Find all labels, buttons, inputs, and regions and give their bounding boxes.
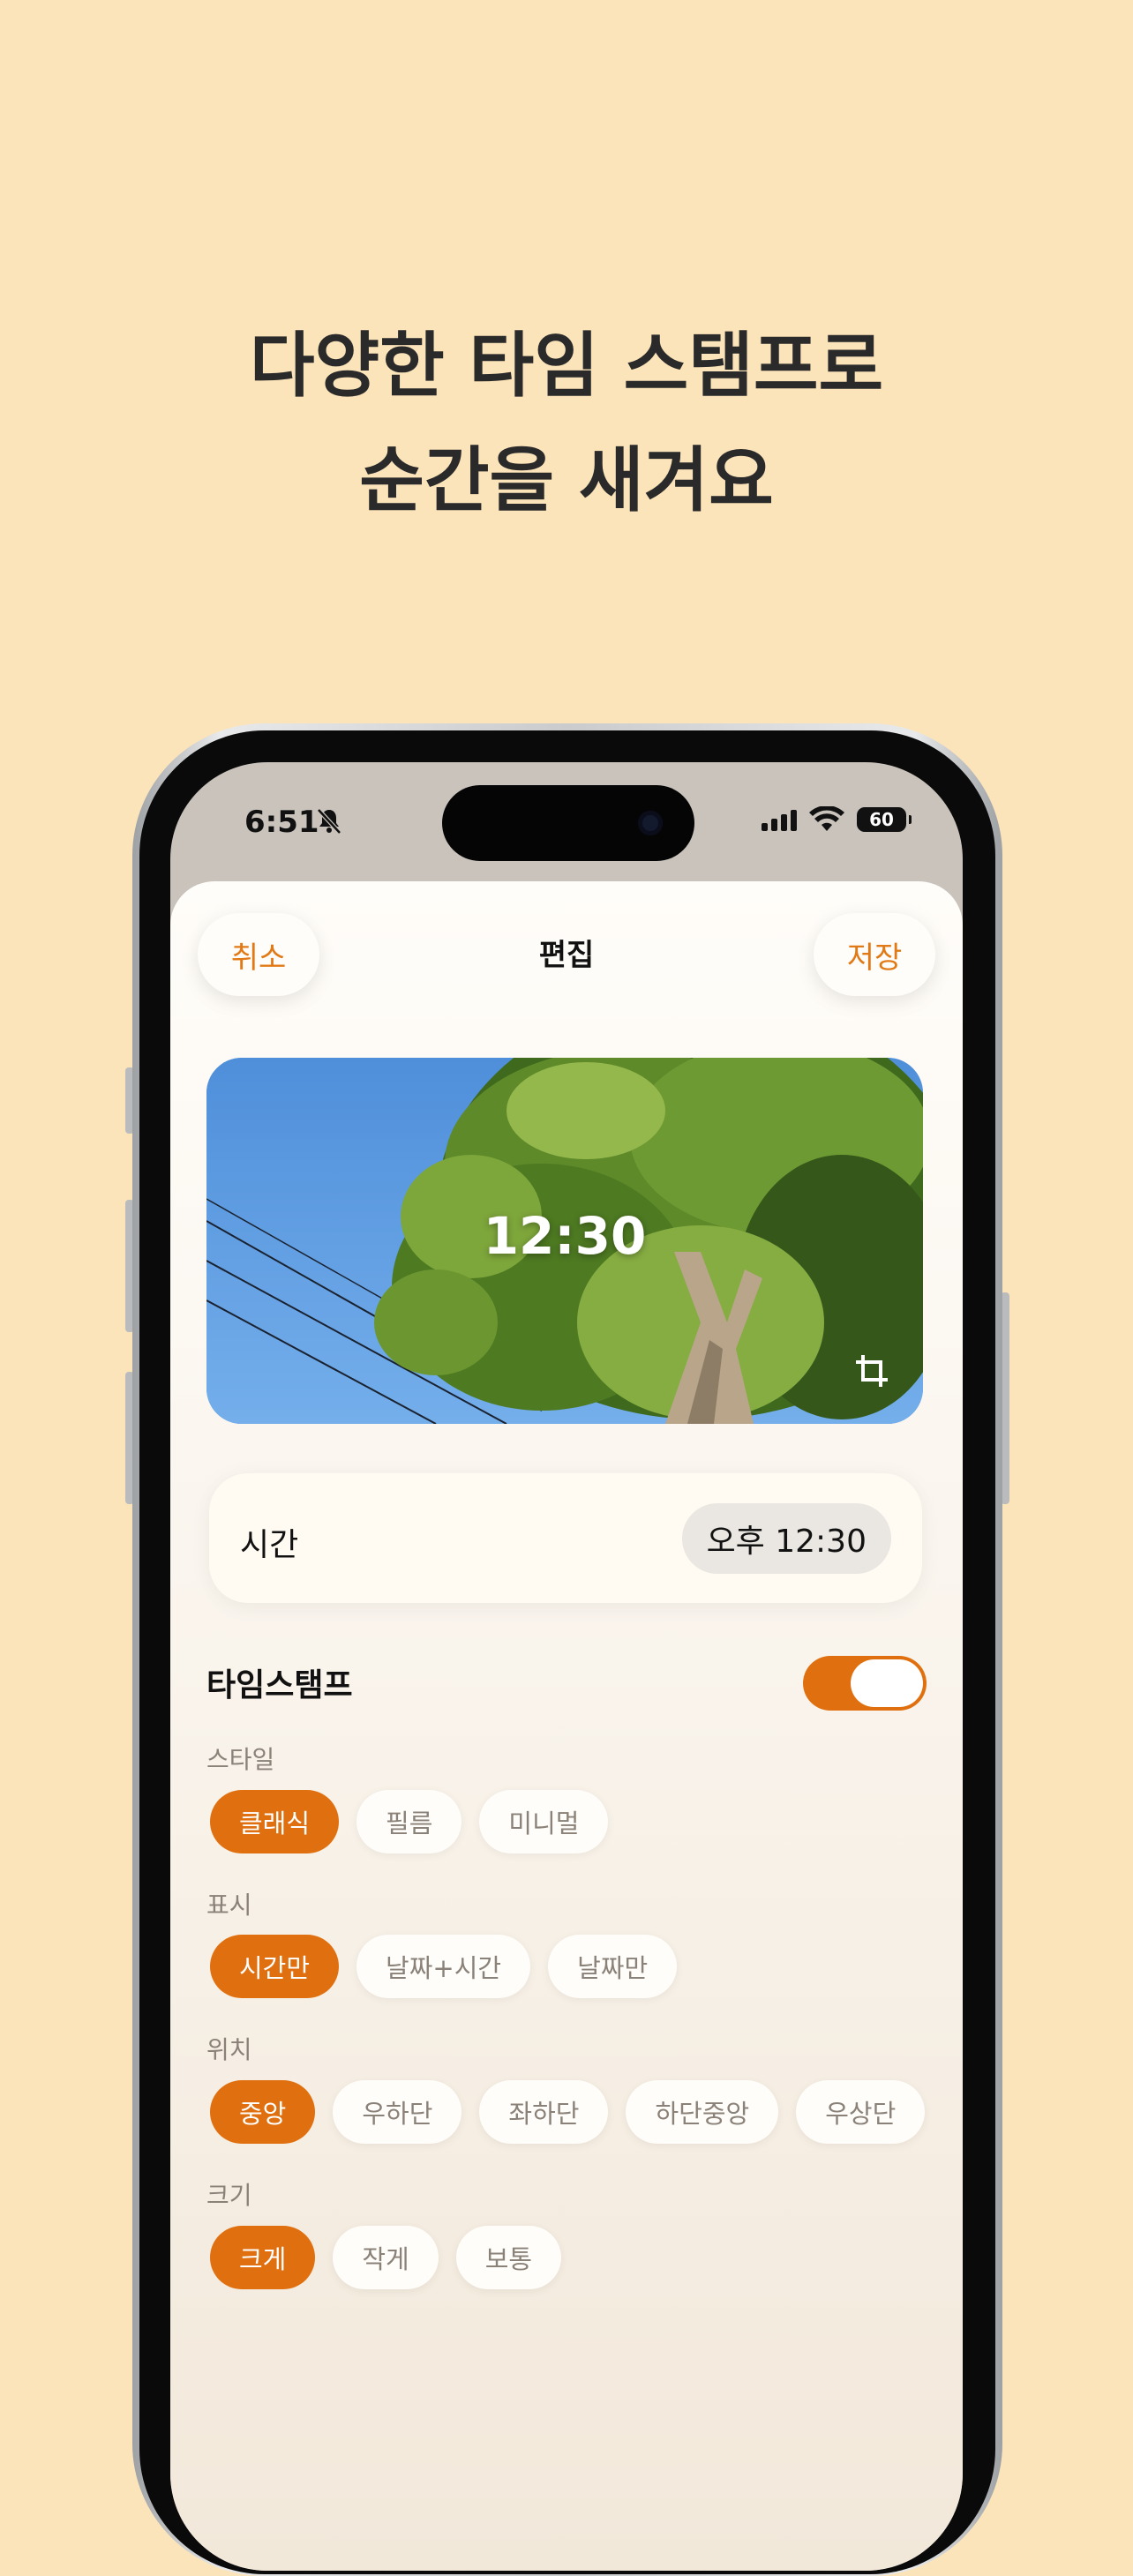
position-option-bottom-left[interactable]: 좌하단 xyxy=(479,2080,609,2144)
position-option-center[interactable]: 중앙 xyxy=(210,2080,316,2144)
save-button[interactable]: 저장 xyxy=(814,913,935,996)
promo-headline: 다양한 타임 스탬프로 순간을 새겨요 xyxy=(0,309,1133,538)
position-option-bottom-right[interactable]: 우하단 xyxy=(333,2080,462,2144)
phone-screen: 6:51 60 취소 편집 저장 12:30 시간 오후 12:30 타임스탬프… xyxy=(170,762,963,2571)
size-option-medium[interactable]: 보통 xyxy=(455,2226,562,2289)
status-time: 6:51 xyxy=(244,805,319,840)
status-bar: 6:51 60 xyxy=(170,762,963,886)
status-icons: 60 xyxy=(762,805,912,835)
size-option-large[interactable]: 크게 xyxy=(210,2226,316,2289)
toggle-knob xyxy=(851,1659,923,1707)
size-label: 크기 xyxy=(206,2181,252,2210)
edit-sheet: 취소 편집 저장 12:30 시간 오후 12:30 타임스탬프 스타일 클래식… xyxy=(170,881,963,2571)
front-camera xyxy=(638,811,663,835)
time-label: 시간 xyxy=(240,1527,299,1563)
time-picker[interactable]: 오후 12:30 xyxy=(681,1503,891,1574)
headline-line-1: 다양한 타임 스탬프로 xyxy=(249,325,884,407)
timestamp-title: 타임스탬프 xyxy=(206,1667,353,1704)
time-row: 시간 오후 12:30 xyxy=(209,1473,922,1603)
crop-icon[interactable] xyxy=(854,1353,889,1389)
position-option-top-right[interactable]: 우상단 xyxy=(796,2080,926,2144)
style-option-classic[interactable]: 클래식 xyxy=(210,1790,340,1853)
style-option-film[interactable]: 필름 xyxy=(356,1790,462,1853)
display-options: 시간만 날짜+시간 날짜만 xyxy=(210,1935,678,1998)
wifi-icon xyxy=(809,806,844,831)
dynamic-island xyxy=(442,785,694,861)
bell-slash-icon xyxy=(317,808,341,835)
display-option-time-only[interactable]: 시간만 xyxy=(210,1935,340,1998)
position-options: 중앙 우하단 좌하단 하단중앙 우상단 xyxy=(210,2080,926,2144)
display-option-date-time[interactable]: 날짜+시간 xyxy=(356,1935,531,1998)
size-options: 크게 작게 보통 xyxy=(210,2226,562,2289)
style-label: 스타일 xyxy=(206,1745,275,1774)
photo-timestamp-overlay: 12:30 xyxy=(483,1206,647,1266)
display-option-date-only[interactable]: 날짜만 xyxy=(548,1935,678,1998)
timestamp-toggle[interactable] xyxy=(803,1656,927,1711)
signal-icon xyxy=(762,808,797,831)
position-option-bottom-center[interactable]: 하단중앙 xyxy=(626,2080,779,2144)
photo-preview[interactable]: 12:30 xyxy=(206,1058,923,1424)
style-options: 클래식 필름 미니멀 xyxy=(210,1790,609,1853)
battery-icon: 60 xyxy=(857,807,912,832)
position-label: 위치 xyxy=(206,2035,252,2064)
display-label: 표시 xyxy=(206,1891,252,1920)
headline-line-2: 순간을 새겨요 xyxy=(359,439,774,521)
size-option-small[interactable]: 작게 xyxy=(333,2226,439,2289)
style-option-minimal[interactable]: 미니멀 xyxy=(479,1790,609,1853)
